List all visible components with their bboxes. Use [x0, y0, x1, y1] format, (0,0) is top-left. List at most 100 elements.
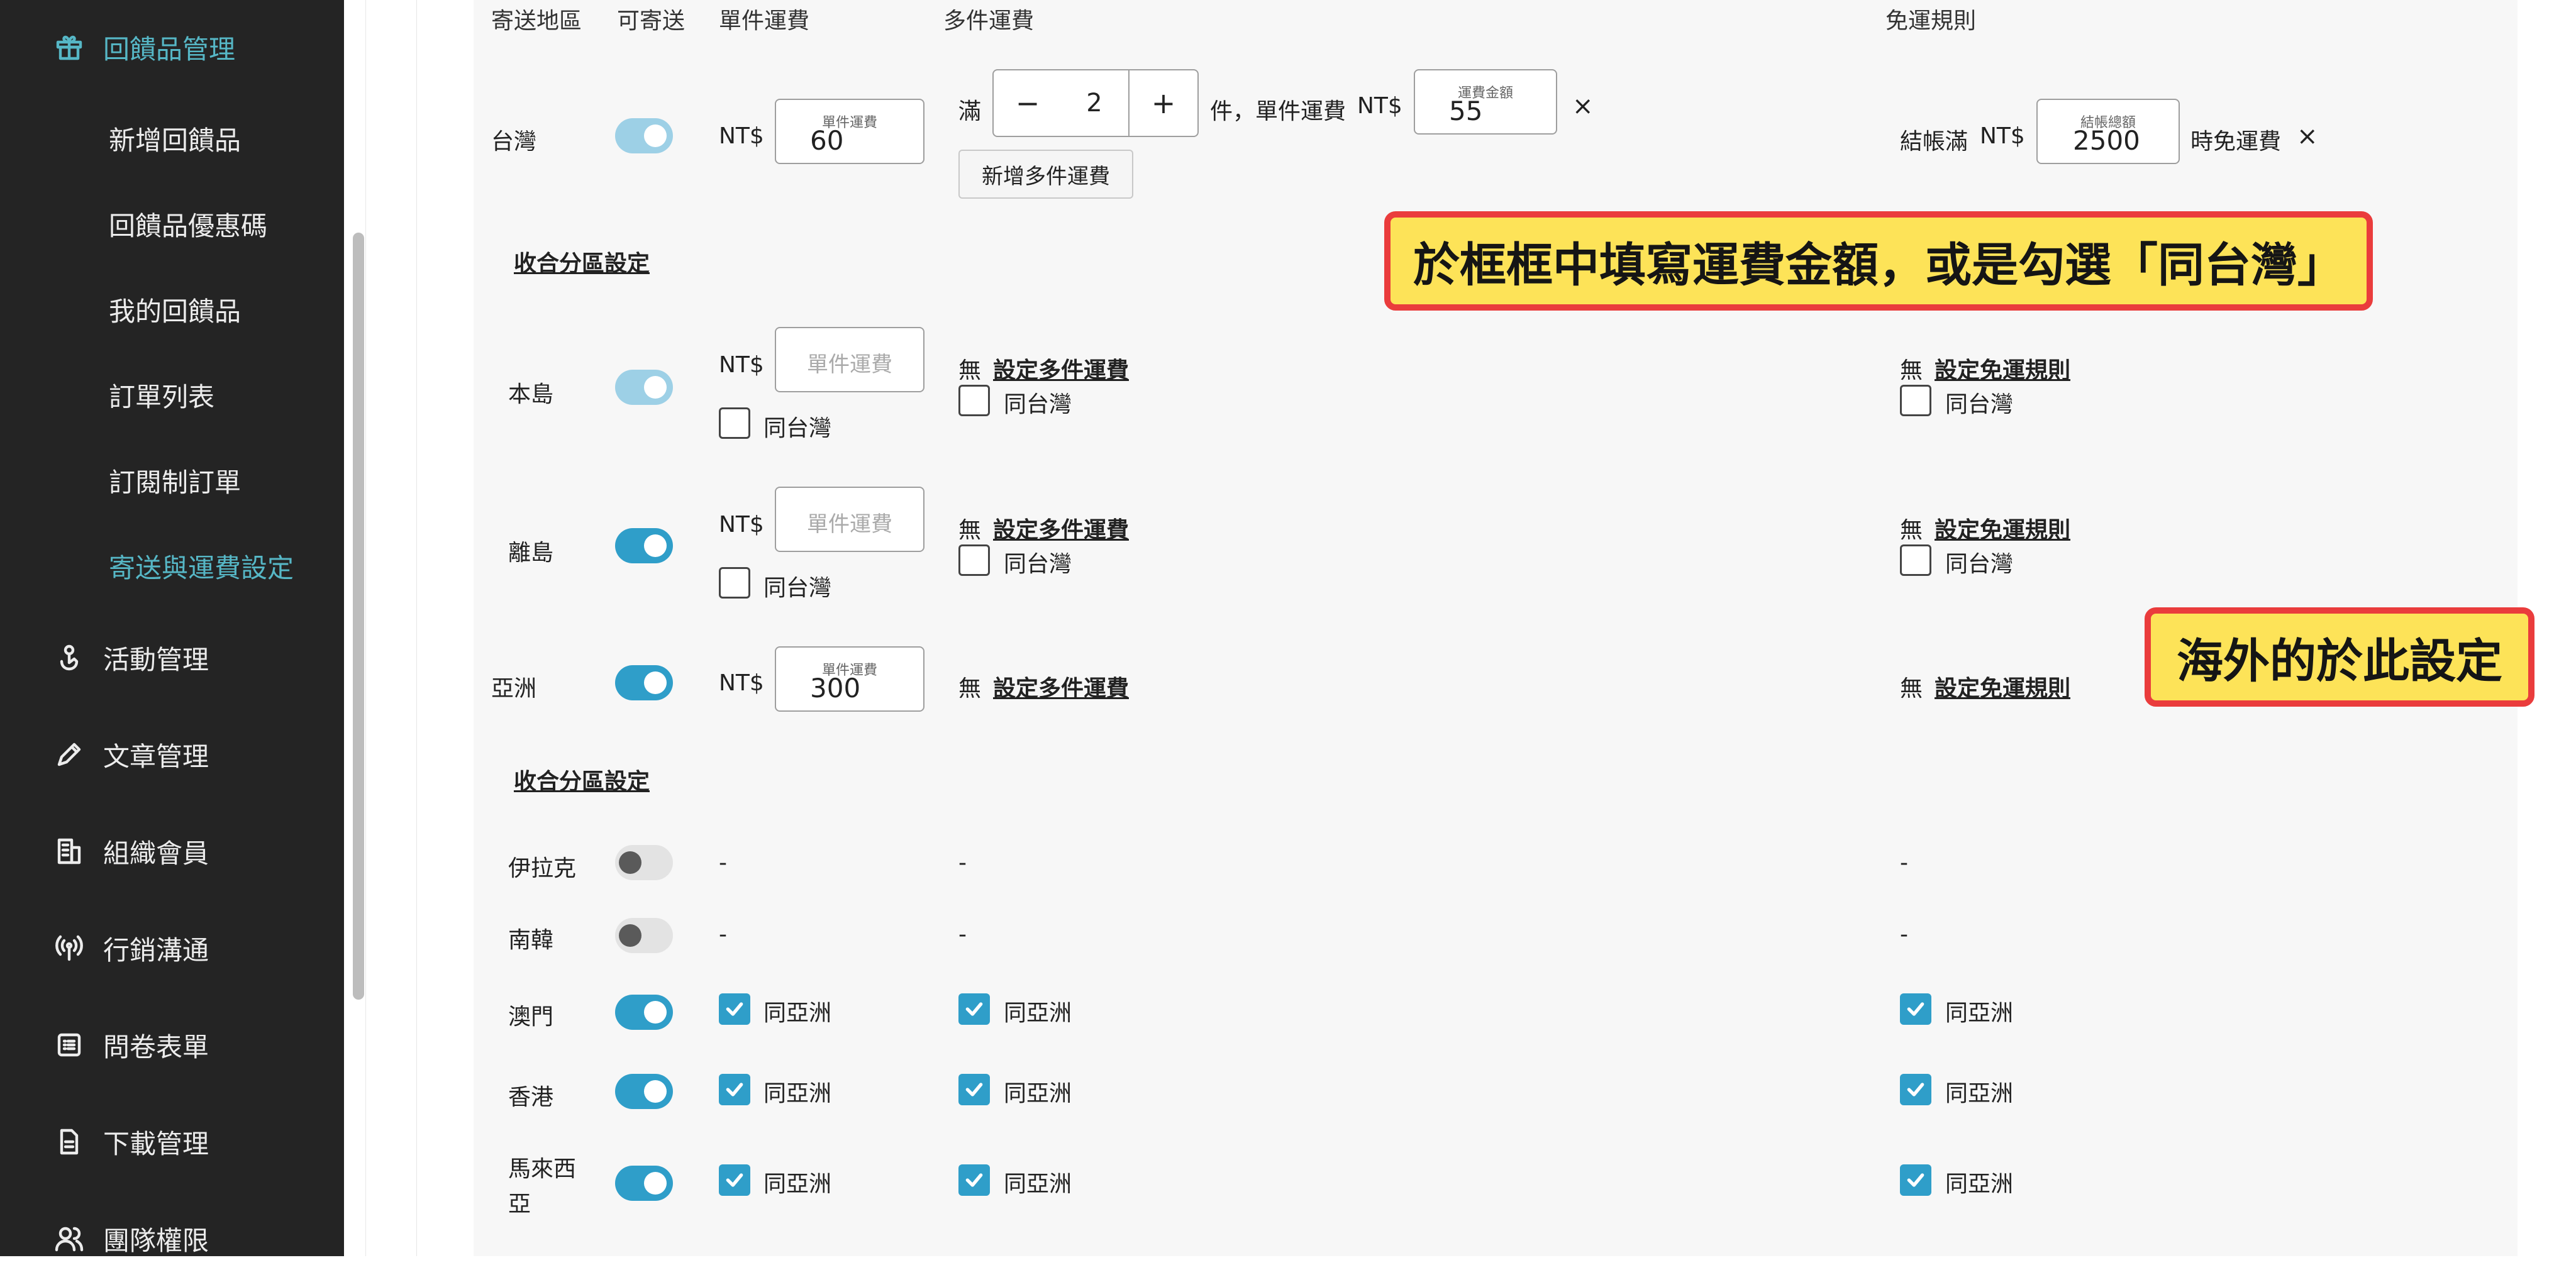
sidebar-item-add-feedback[interactable]: 新增回饋品: [0, 107, 344, 170]
multi-fee-suffix: 件，單件運費: [1210, 99, 1346, 124]
callout-overseas-hint: 海外的於此設定: [2145, 607, 2534, 707]
same-as-taiwan-checkbox[interactable]: [1900, 385, 1931, 416]
header-region: 寄送地區: [491, 8, 582, 34]
qty-stepper-value[interactable]: 2: [1060, 69, 1128, 137]
checkbox-label: 同台灣: [1004, 551, 1072, 577]
sidebar-item-downloads[interactable]: 下載管理: [0, 1110, 344, 1173]
same-as-asia-checkbox[interactable]: [719, 993, 750, 1025]
sidebar-scrollbar-thumb[interactable]: [353, 233, 364, 1000]
same-as-asia-checkbox[interactable]: [719, 1164, 750, 1196]
sidebar-item-org-members[interactable]: 組織會員: [0, 820, 344, 883]
currency-label: NT$: [1980, 123, 2025, 149]
sidebar-item-articles[interactable]: 文章管理: [0, 723, 344, 786]
remove-free-rule-icon[interactable]: ×: [2297, 122, 2318, 151]
checkbox-label: 同亞洲: [763, 1000, 832, 1026]
same-as-taiwan-checkbox[interactable]: [719, 567, 750, 599]
header-shippable: 可寄送: [617, 8, 686, 34]
single-fee-input-main-island[interactable]: 單件運費: [775, 327, 924, 392]
same-as-asia-checkbox[interactable]: [958, 1164, 990, 1196]
set-free-rule-link[interactable]: 設定免運規則: [1935, 512, 2070, 544]
pen-icon: [53, 738, 86, 771]
sidebar-item-feedback-management[interactable]: 回饋品管理: [0, 16, 344, 79]
sidebar-item-shipping-settings[interactable]: 寄送與運費設定: [0, 534, 344, 597]
qty-decrement-button[interactable]: −: [992, 69, 1063, 137]
checkbox-label: 同台灣: [763, 575, 832, 601]
sidebar-item-marketing[interactable]: 行銷溝通: [0, 917, 344, 980]
header-single-fee: 單件運費: [719, 8, 810, 34]
sidebar-item-subscription-orders[interactable]: 訂閱制訂單: [0, 449, 344, 512]
sidebar-item-label: 活動管理: [103, 644, 209, 675]
set-free-rule-link[interactable]: 設定免運規則: [1935, 352, 2070, 385]
shippable-toggle-taiwan[interactable]: [615, 118, 673, 153]
sidebar-item-orders[interactable]: 訂單列表: [0, 363, 344, 426]
shippable-toggle-main-island[interactable]: [615, 370, 673, 405]
sidebar-item-label: 團隊權限: [103, 1225, 209, 1256]
shippable-toggle-malaysia[interactable]: [615, 1166, 673, 1201]
collapse-subregions-link-asia[interactable]: 收合分區設定: [514, 763, 650, 796]
sidebar-item-label: 下載管理: [103, 1128, 209, 1159]
broadcast-icon: [53, 932, 86, 964]
same-as-asia-checkbox[interactable]: [1900, 993, 1931, 1025]
shippable-toggle-iraq[interactable]: [615, 845, 673, 880]
multi-fee-amount-input[interactable]: 運費金額 55: [1414, 69, 1557, 135]
set-multi-fee-link[interactable]: 設定多件運費: [993, 670, 1129, 703]
region-name-iraq: 伊拉克: [508, 856, 577, 881]
input-placeholder: 單件運費: [807, 352, 892, 377]
sidebar-item-label: 回饋品管理: [103, 33, 236, 65]
shippable-toggle-hong-kong[interactable]: [615, 1074, 673, 1109]
free-threshold-input[interactable]: 結帳總額 2500: [2036, 99, 2180, 164]
shippable-toggle-south-korea[interactable]: [615, 918, 673, 953]
input-label: 運費金額: [1457, 86, 1513, 101]
free-rule-suffix: 時免運費: [2190, 129, 2282, 155]
region-name-macau: 澳門: [508, 1004, 554, 1030]
remove-multi-fee-icon[interactable]: ×: [1572, 92, 1594, 121]
checkbox-label: 同亞洲: [1945, 1171, 2014, 1197]
set-multi-fee-link[interactable]: 設定多件運費: [993, 512, 1129, 544]
sidebar-item-label: 訂單列表: [109, 381, 215, 412]
same-as-taiwan-checkbox[interactable]: [719, 407, 750, 439]
sidebar-item-label: 我的回饋品: [109, 295, 242, 327]
empty-dash: -: [719, 922, 727, 947]
same-as-asia-checkbox[interactable]: [719, 1074, 750, 1105]
input-value: 55: [1449, 96, 1483, 126]
set-multi-fee-link[interactable]: 設定多件運費: [993, 352, 1129, 385]
same-as-asia-checkbox[interactable]: [1900, 1074, 1931, 1105]
same-as-taiwan-checkbox[interactable]: [958, 385, 990, 416]
collapse-subregions-link-taiwan[interactable]: 收合分區設定: [514, 245, 650, 278]
empty-dash: -: [958, 850, 967, 876]
sidebar-item-events[interactable]: 活動管理: [0, 626, 344, 689]
empty-dash: -: [958, 922, 967, 947]
add-multi-fee-button[interactable]: 新增多件運費: [958, 150, 1133, 199]
single-fee-input-asia[interactable]: 單件運費 300: [775, 646, 924, 712]
checkbox-label: 同亞洲: [1945, 1000, 2014, 1026]
none-label: 無: [1900, 517, 1923, 543]
input-label: 單件運費: [821, 115, 877, 131]
shippable-toggle-asia[interactable]: [615, 665, 673, 700]
sidebar: 回饋品管理 新增回饋品 回饋品優惠碼 我的回饋品 訂單列表 訂閱制訂單 寄送與運…: [0, 0, 344, 1256]
shippable-toggle-outlying-islands[interactable]: [615, 528, 673, 563]
qty-increment-button[interactable]: +: [1128, 69, 1199, 137]
single-fee-input-outlying-islands[interactable]: 單件運費: [775, 487, 924, 552]
sidebar-item-surveys[interactable]: 問卷表單: [0, 1013, 344, 1076]
same-as-taiwan-checkbox[interactable]: [958, 544, 990, 576]
shippable-toggle-macau[interactable]: [615, 995, 673, 1030]
same-as-asia-checkbox[interactable]: [958, 993, 990, 1025]
same-as-taiwan-checkbox[interactable]: [1900, 544, 1931, 576]
sidebar-item-label: 回饋品優惠碼: [109, 210, 268, 241]
sidebar-item-label: 問卷表單: [103, 1031, 209, 1063]
sidebar-item-my-feedback[interactable]: 我的回饋品: [0, 278, 344, 341]
currency-label: NT$: [719, 670, 764, 696]
checkbox-label: 同台灣: [1004, 392, 1072, 417]
single-fee-input-taiwan[interactable]: 單件運費 60: [775, 99, 924, 164]
sidebar-item-label: 組織會員: [103, 837, 209, 869]
currency-label: NT$: [1357, 93, 1402, 119]
set-free-rule-link[interactable]: 設定免運規則: [1935, 670, 2070, 703]
sidebar-item-feedback-coupon[interactable]: 回饋品優惠碼: [0, 192, 344, 255]
header-multi-fee: 多件運費: [943, 8, 1035, 34]
same-as-asia-checkbox[interactable]: [1900, 1164, 1931, 1196]
sidebar-item-team-permissions[interactable]: 團隊權限: [0, 1207, 344, 1270]
checkbox-label: 同亞洲: [1004, 1000, 1072, 1026]
checkbox-label: 同亞洲: [763, 1171, 832, 1197]
same-as-asia-checkbox[interactable]: [958, 1074, 990, 1105]
region-name-taiwan: 台灣: [491, 129, 537, 155]
